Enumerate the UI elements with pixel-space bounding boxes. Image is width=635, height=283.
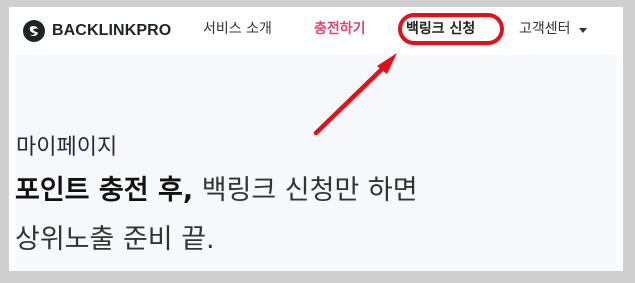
chevron-down-icon (578, 27, 587, 33)
screenshot-frame: BACKLINKPRO 서비스 소개 충전하기 백링크 신청 고객센터 마이페이… (9, 7, 623, 271)
nav-item-support-label: 고객센터 (519, 21, 571, 37)
nav-item-charge[interactable]: 충전하기 (314, 22, 366, 36)
nav-item-services[interactable]: 서비스 소개 (203, 22, 272, 36)
brand-logo[interactable]: BACKLINKPRO (23, 20, 171, 42)
hero-headline: 포인트 충전 후, 백링크 신청만 하면 (15, 177, 418, 204)
highlight-circle-annotation (398, 13, 504, 45)
backlinkpro-logo-icon (23, 20, 45, 42)
brand-name: BACKLINKPRO (52, 22, 172, 39)
hero-headline-bold: 포인트 충전 후, (15, 175, 194, 206)
nav-item-support-dropdown[interactable]: 고객센터 (519, 22, 587, 36)
mypage-title: 마이페이지 (16, 135, 118, 160)
hero-headline-normal: 백링크 신청만 하면 (201, 175, 418, 206)
navbar: BACKLINKPRO 서비스 소개 충전하기 백링크 신청 고객센터 (9, 7, 623, 55)
hero-headline-line2: 상위노출 준비 끝. (15, 224, 215, 255)
